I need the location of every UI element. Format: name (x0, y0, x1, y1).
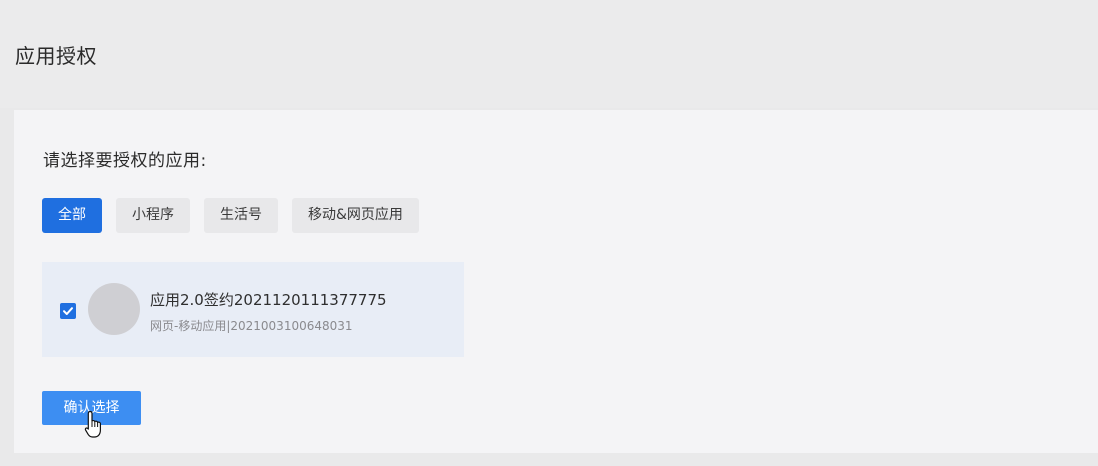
check-icon (63, 307, 73, 315)
tab-life-account[interactable]: 生活号 (204, 198, 278, 233)
app-type-tabs: 全部 小程序 生活号 移动&网页应用 (42, 198, 419, 233)
tab-all[interactable]: 全部 (42, 198, 102, 233)
hand-pointer-icon (84, 410, 101, 438)
app-avatar (88, 283, 140, 335)
selection-prompt: 请选择要授权的应用: (43, 151, 207, 171)
authorization-panel: 请选择要授权的应用: 全部 小程序 生活号 移动&网页应用 应用2.0签约202… (14, 110, 1098, 453)
tab-mobile-web-app[interactable]: 移动&网页应用 (292, 198, 419, 233)
page-title: 应用授权 (15, 44, 97, 68)
app-select-checkbox[interactable] (60, 303, 76, 319)
page-header: 应用授权 (0, 0, 1098, 108)
app-name: 应用2.0签约2021120111377775 (150, 291, 387, 309)
app-meta: 网页-移动应用|2021003100648031 (150, 319, 353, 333)
tab-mini-program[interactable]: 小程序 (116, 198, 190, 233)
app-list-item[interactable]: 应用2.0签约2021120111377775 网页-移动应用|20210031… (42, 262, 464, 357)
